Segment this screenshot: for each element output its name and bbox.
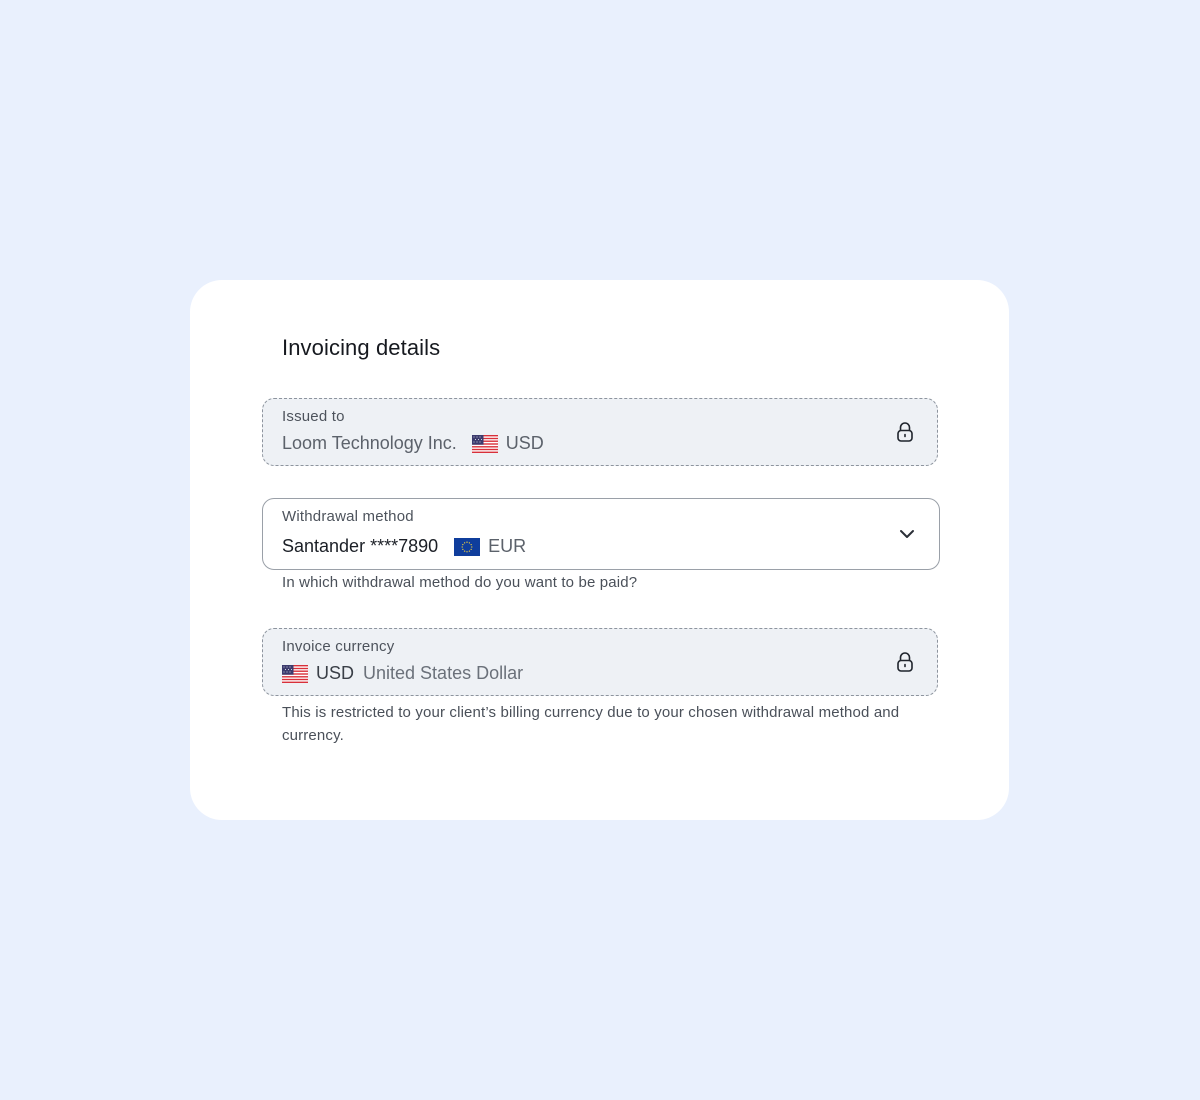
withdrawal-method-select[interactable]: Withdrawal method Santander ****7890 EUR	[262, 498, 940, 570]
invoice-currency-name: United States Dollar	[363, 663, 524, 683]
withdrawal-method-value: Santander ****7890	[282, 536, 439, 556]
issued-to-currency-code: USD	[505, 433, 544, 453]
invoice-currency-helper: This is restricted to your client’s bill…	[282, 704, 900, 744]
invoice-currency-code: USD	[316, 663, 355, 683]
us-flag-icon	[282, 664, 308, 683]
lock-icon	[893, 650, 917, 674]
issued-to-value: Loom Technology Inc.	[282, 433, 457, 453]
eu-flag-icon	[454, 537, 481, 556]
withdrawal-method-value-row: Santander ****7890 EUR	[282, 536, 526, 557]
issued-to-value-row: Loom Technology Inc. USD	[282, 433, 544, 454]
invoice-currency-field: Invoice currency USD United States Dolla…	[262, 628, 938, 696]
issued-to-field: Issued to Loom Technology Inc. USD	[262, 398, 938, 466]
invoicing-details-card: Invoicing details Issued to Loom Technol…	[190, 280, 1009, 820]
withdrawal-method-helper: In which withdrawal method do you want t…	[282, 574, 638, 591]
withdrawal-method-label: Withdrawal method	[282, 508, 414, 525]
card-title: Invoicing details	[282, 335, 441, 360]
invoice-currency-value-row: USD United States Dollar	[282, 663, 523, 684]
invoice-currency-label: Invoice currency	[282, 638, 395, 655]
issued-to-label: Issued to	[282, 408, 345, 425]
us-flag-icon	[471, 434, 498, 453]
chevron-down-icon[interactable]	[895, 522, 919, 546]
lock-icon	[893, 420, 917, 444]
withdrawal-method-currency-code: EUR	[488, 536, 527, 556]
